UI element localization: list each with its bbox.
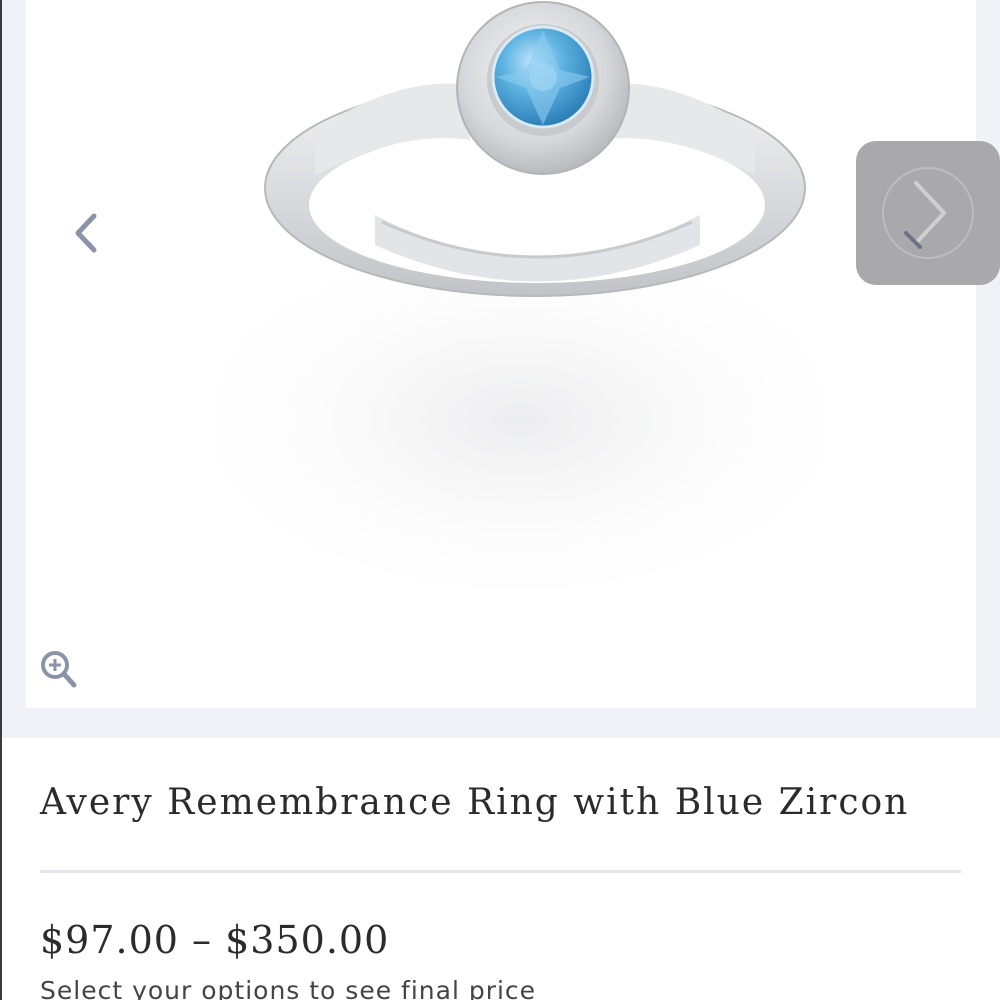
title-divider [40,870,961,873]
product-title: Avery Remembrance Ring with Blue Zircon [40,782,910,823]
product-gallery [0,0,1000,738]
product-page: Avery Remembrance Ring with Blue Zircon … [0,0,1000,1000]
gallery-next-button[interactable] [856,141,1000,285]
page-left-edge [0,0,2,1000]
product-image-frame [26,0,976,708]
chevron-left-icon [75,213,97,253]
gallery-prev-button[interactable] [60,205,110,261]
product-price-range: $97.00 – $350.00 [40,918,390,962]
zoom-in-icon[interactable] [38,648,80,690]
price-note: Select your options to see final price [40,976,537,1000]
chevron-right-icon [882,167,974,259]
product-image [160,1,880,600]
